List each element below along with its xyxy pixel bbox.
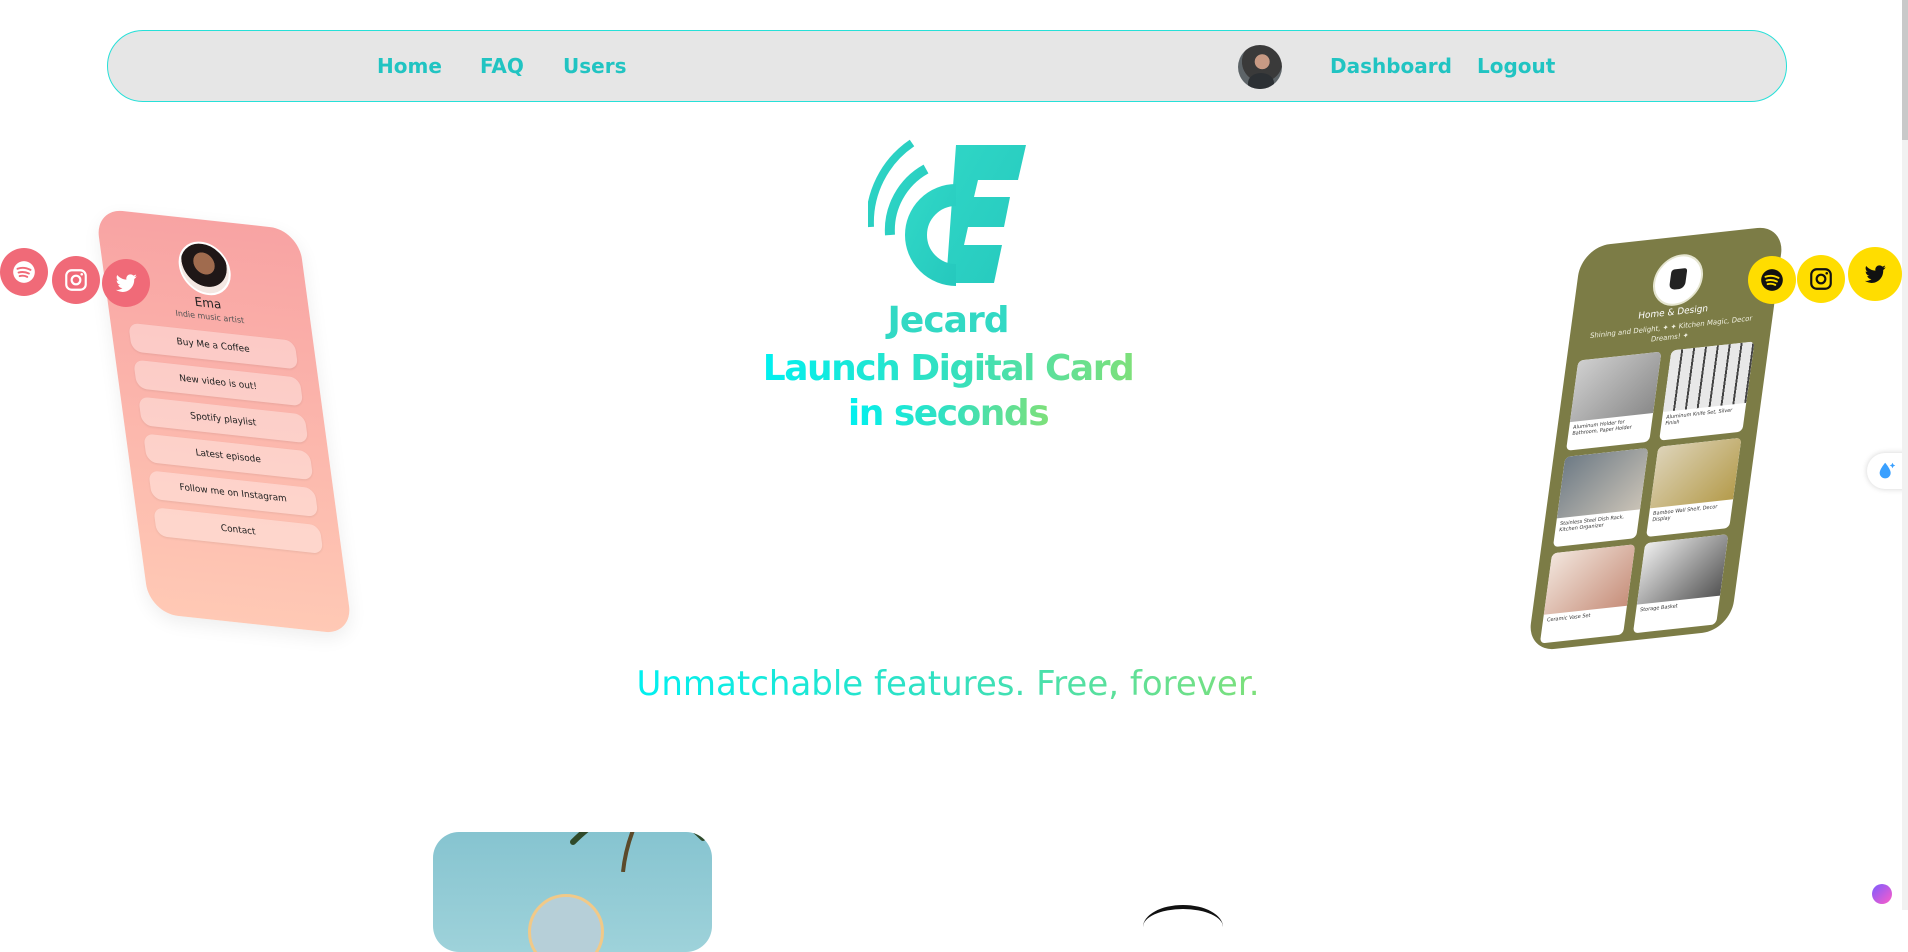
headline-line-1: Launch Digital Card [762, 348, 1135, 389]
user-avatar[interactable] [1238, 45, 1282, 89]
right-card-product-tile: Ceramic Vase Set [1539, 544, 1636, 644]
nav-home-link[interactable]: Home [377, 54, 442, 78]
right-card-product-tile: Stainless Steel Dish Rack, Kitchen Organ… [1552, 447, 1649, 548]
nav-logout-link[interactable]: Logout [1477, 54, 1555, 78]
floating-extension-widget[interactable] [1867, 453, 1907, 489]
instagram-icon [1797, 255, 1845, 303]
right-card-product-tile: Bamboo Wall Shelf, Decor Display [1646, 437, 1742, 538]
spotify-icon [0, 248, 48, 296]
palm-tree-image [570, 832, 706, 872]
right-demo-card: Home & Design Shining and Delight, ✦ ✦ K… [1527, 225, 1785, 652]
navbar: Home FAQ Users Dashboard Logout [107, 30, 1787, 102]
right-card-avatar [1649, 251, 1707, 309]
nav-faq-link[interactable]: FAQ [480, 54, 524, 78]
jecard-logo [868, 139, 1026, 286]
twitter-icon [102, 259, 150, 307]
twitter-icon [1848, 247, 1902, 301]
water-drop-icon [1879, 462, 1896, 479]
preview-image-edge [1143, 905, 1223, 949]
right-card-product-tile: Aluminum Knife Set, Silver Finish [1659, 341, 1755, 441]
feature-preview-image [433, 832, 712, 952]
features-tagline: Unmatchable features. Free, forever. [636, 664, 1260, 704]
character-illustration [528, 894, 604, 952]
nav-users-link[interactable]: Users [563, 54, 626, 78]
right-card-product-tile: Aluminum Holder for Bathroom, Paper Hold… [1566, 351, 1662, 451]
headline-line-2: in seconds [847, 393, 1050, 434]
nav-dashboard-link[interactable]: Dashboard [1330, 54, 1452, 78]
spotify-icon [1748, 256, 1796, 304]
left-card-avatar [175, 238, 235, 298]
page-scrollbar[interactable] [1902, 0, 1908, 910]
instagram-icon [52, 256, 100, 304]
right-card-product-tile: Storage Basket [1632, 534, 1729, 634]
assistant-brain-icon[interactable] [1872, 884, 1892, 904]
